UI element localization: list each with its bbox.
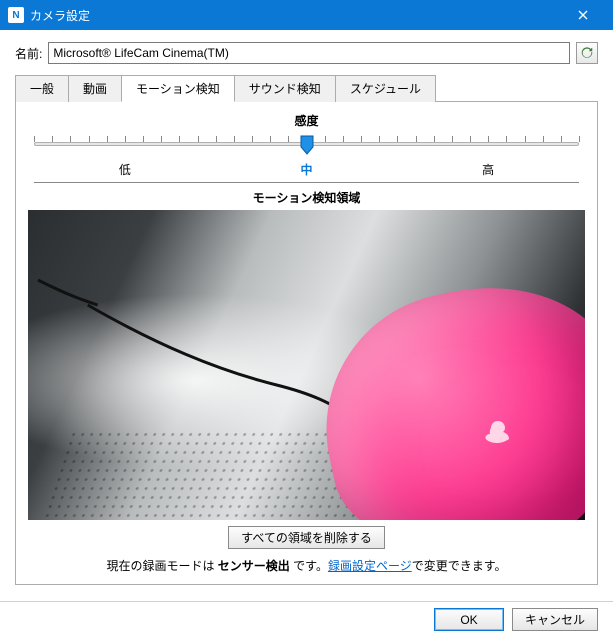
refresh-icon bbox=[580, 46, 594, 60]
tab-general[interactable]: 一般 bbox=[15, 75, 69, 102]
close-button[interactable] bbox=[560, 0, 605, 30]
tab-strip: 一般 動画 モーション検知 サウンド検知 スケジュール bbox=[15, 74, 598, 101]
note-suffix: で変更できます。 bbox=[412, 559, 507, 573]
duck-icon bbox=[479, 414, 515, 450]
title-bar: N カメラ設定 bbox=[0, 0, 613, 30]
camera-preview[interactable] bbox=[28, 210, 585, 520]
sensitivity-slider[interactable] bbox=[34, 133, 579, 159]
recording-mode-note: 現在の録画モードは センサー検出 です。録画設定ページで変更できます。 bbox=[28, 557, 585, 574]
slider-label-low: 低 bbox=[34, 161, 216, 178]
name-label: 名前: bbox=[15, 45, 42, 62]
recording-settings-link[interactable]: 録画設定ページ bbox=[328, 559, 412, 573]
client-area: 名前: 一般 動画 モーション検知 サウンド検知 スケジュール 感度 低 中 高… bbox=[0, 30, 613, 595]
close-icon bbox=[578, 10, 588, 20]
ok-button[interactable]: OK bbox=[434, 608, 504, 631]
tab-video[interactable]: 動画 bbox=[68, 75, 122, 102]
dialog-footer: OK キャンセル bbox=[0, 601, 613, 631]
slider-label-high: 高 bbox=[397, 161, 579, 178]
app-icon: N bbox=[8, 7, 24, 23]
slider-labels: 低 中 高 bbox=[34, 161, 579, 183]
note-prefix: 現在の録画モードは bbox=[106, 559, 217, 573]
slider-thumb[interactable] bbox=[300, 135, 314, 155]
slider-label-mid: 中 bbox=[216, 161, 398, 178]
tab-motion[interactable]: モーション検知 bbox=[121, 75, 235, 102]
tab-schedule[interactable]: スケジュール bbox=[335, 75, 436, 102]
camera-name-input[interactable] bbox=[48, 42, 570, 64]
note-mode: センサー検出 bbox=[218, 559, 290, 573]
window-title: カメラ設定 bbox=[30, 7, 560, 24]
cancel-button[interactable]: キャンセル bbox=[512, 608, 598, 631]
tab-sound[interactable]: サウンド検知 bbox=[234, 75, 336, 102]
tab-panel-motion: 感度 低 中 高 モーション検知領域 bbox=[15, 101, 598, 585]
note-between: です。 bbox=[290, 559, 328, 573]
name-row: 名前: bbox=[15, 42, 598, 64]
refresh-button[interactable] bbox=[576, 42, 598, 64]
clear-regions-button[interactable]: すべての領域を削除する bbox=[228, 526, 385, 549]
region-title: モーション検知領域 bbox=[28, 189, 585, 206]
sensitivity-title: 感度 bbox=[28, 112, 585, 129]
